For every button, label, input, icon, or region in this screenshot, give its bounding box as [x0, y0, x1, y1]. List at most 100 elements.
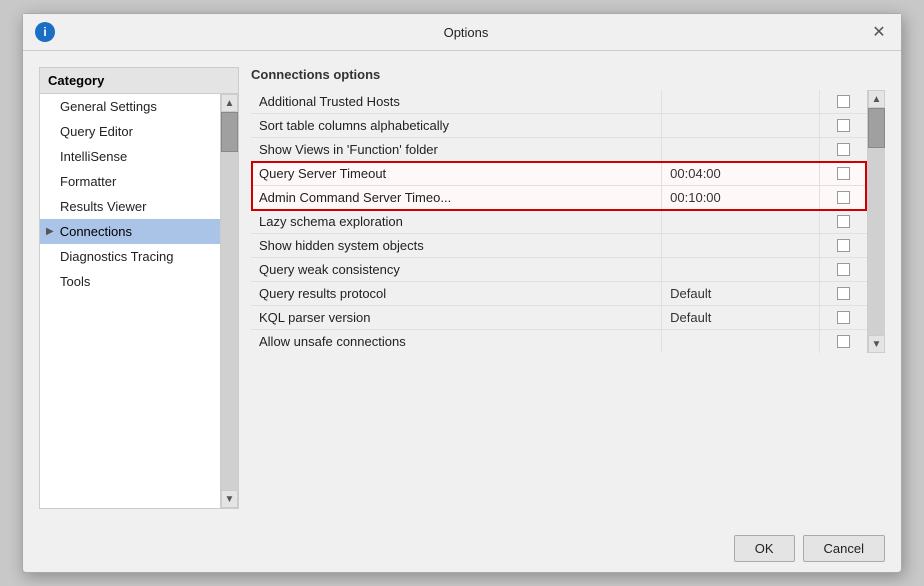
option-label: Query results protocol — [251, 282, 662, 306]
option-checkbox-cell — [820, 210, 867, 234]
option-checkbox-cell — [820, 114, 867, 138]
option-value: 00:10:00 — [662, 186, 820, 210]
sidebar-scroll-area: General Settings Query Editor IntelliSense… — [40, 94, 238, 508]
sidebar-item-label: Connections — [60, 224, 132, 239]
sidebar-item-label: Query Editor — [60, 124, 133, 139]
option-checkbox[interactable] — [837, 239, 850, 252]
option-checkbox-cell — [820, 234, 867, 258]
sidebar-scroll-down[interactable]: ▼ — [221, 490, 238, 508]
option-checkbox-cell — [820, 306, 867, 330]
category-sidebar: Category General Settings Query Editor Int… — [39, 67, 239, 509]
sidebar-item-label: General Settings — [60, 99, 157, 114]
sidebar-scrollbar[interactable]: ▲ ▼ — [220, 94, 238, 508]
option-label: Show Views in 'Function' folder — [251, 138, 662, 162]
table-row: Show Views in 'Function' folder — [251, 138, 867, 162]
option-value — [662, 138, 820, 162]
table-row: Allow unsafe connections — [251, 330, 867, 354]
sidebar-item-label: IntelliSense — [60, 149, 127, 164]
option-value — [662, 114, 820, 138]
option-checkbox-cell — [820, 258, 867, 282]
options-table: Additional Trusted HostsSort table colum… — [251, 90, 867, 353]
table-row: Show hidden system objects — [251, 234, 867, 258]
dialog-title: Options — [63, 25, 869, 40]
sidebar-item-tools[interactable]: Tools — [40, 269, 220, 294]
option-checkbox[interactable] — [837, 119, 850, 132]
main-scroll-thumb[interactable] — [868, 108, 885, 148]
option-value — [662, 234, 820, 258]
option-checkbox[interactable] — [837, 95, 850, 108]
table-row: Additional Trusted Hosts — [251, 90, 867, 114]
option-label: Show hidden system objects — [251, 234, 662, 258]
cancel-button[interactable]: Cancel — [803, 535, 885, 562]
option-checkbox-cell — [820, 186, 867, 210]
sidebar-item-diagnostics[interactable]: Diagnostics Tracing — [40, 244, 220, 269]
table-scroll-area: Additional Trusted HostsSort table colum… — [251, 90, 885, 353]
option-value — [662, 90, 820, 114]
sidebar-item-query-editor[interactable]: Query Editor — [40, 119, 220, 144]
option-checkbox[interactable] — [837, 215, 850, 228]
sidebar-item-connections[interactable]: ▶ Connections — [40, 219, 220, 244]
main-scroll-up[interactable]: ▲ — [868, 90, 885, 108]
option-checkbox-cell — [820, 330, 867, 354]
option-label: Additional Trusted Hosts — [251, 90, 662, 114]
sidebar-item-label: Formatter — [60, 174, 116, 189]
option-value — [662, 210, 820, 234]
option-label: Lazy schema exploration — [251, 210, 662, 234]
option-checkbox-cell — [820, 282, 867, 306]
options-table-container: Additional Trusted HostsSort table colum… — [251, 90, 885, 509]
main-scroll-down[interactable]: ▼ — [868, 335, 885, 353]
sidebar-scroll-thumb[interactable] — [221, 112, 238, 152]
sidebar-item-general-settings[interactable]: General Settings — [40, 94, 220, 119]
option-value: Default — [662, 306, 820, 330]
table-row: Query weak consistency — [251, 258, 867, 282]
sidebar-item-formatter[interactable]: Formatter — [40, 169, 220, 194]
table-row: Query Server Timeout00:04:00 — [251, 162, 867, 186]
option-label: Query Server Timeout — [251, 162, 662, 186]
option-value: Default — [662, 282, 820, 306]
sidebar-item-results-viewer[interactable]: Results Viewer — [40, 194, 220, 219]
options-dialog: i Options ✕ Category General Settings Que… — [22, 13, 902, 573]
main-scrollbar[interactable]: ▲ ▼ — [867, 90, 885, 353]
option-checkbox[interactable] — [837, 191, 850, 204]
expand-arrow-icon: ▶ — [46, 226, 54, 237]
option-checkbox[interactable] — [837, 287, 850, 300]
sidebar-scroll-track — [221, 112, 238, 490]
option-checkbox[interactable] — [837, 335, 850, 348]
close-button[interactable]: ✕ — [869, 22, 889, 42]
sidebar-item-label: Diagnostics Tracing — [60, 249, 173, 264]
option-checkbox[interactable] — [837, 167, 850, 180]
option-checkbox-cell — [820, 162, 867, 186]
sidebar-scroll-up[interactable]: ▲ — [221, 94, 238, 112]
option-checkbox-cell — [820, 138, 867, 162]
option-label: Sort table columns alphabetically — [251, 114, 662, 138]
table-row: KQL parser versionDefault — [251, 306, 867, 330]
sidebar-header: Category — [40, 68, 238, 94]
main-content: Connections options Additional Trusted H… — [251, 67, 885, 509]
table-row: Sort table columns alphabetically — [251, 114, 867, 138]
table-row: Admin Command Server Timeo...00:10:00 — [251, 186, 867, 210]
option-checkbox-cell — [820, 90, 867, 114]
sidebar-item-label: Results Viewer — [60, 199, 146, 214]
main-header: Connections options — [251, 67, 885, 82]
option-value: 00:04:00 — [662, 162, 820, 186]
title-bar: i Options ✕ — [23, 14, 901, 51]
option-checkbox[interactable] — [837, 311, 850, 324]
option-label: Allow unsafe connections — [251, 330, 662, 354]
main-scroll-track — [868, 108, 885, 335]
option-checkbox[interactable] — [837, 143, 850, 156]
ok-button[interactable]: OK — [734, 535, 795, 562]
info-icon: i — [35, 22, 55, 42]
sidebar-item-label: Tools — [60, 274, 90, 289]
option-label: KQL parser version — [251, 306, 662, 330]
option-value — [662, 330, 820, 354]
option-checkbox[interactable] — [837, 263, 850, 276]
option-label: Admin Command Server Timeo... — [251, 186, 662, 210]
dialog-body: Category General Settings Query Editor Int… — [23, 51, 901, 525]
dialog-footer: OK Cancel — [23, 525, 901, 572]
table-row: Lazy schema exploration — [251, 210, 867, 234]
table-row: Query results protocolDefault — [251, 282, 867, 306]
sidebar-list: General Settings Query Editor IntelliSense… — [40, 94, 220, 508]
sidebar-item-intellisense[interactable]: IntelliSense — [40, 144, 220, 169]
option-value — [662, 258, 820, 282]
option-label: Query weak consistency — [251, 258, 662, 282]
